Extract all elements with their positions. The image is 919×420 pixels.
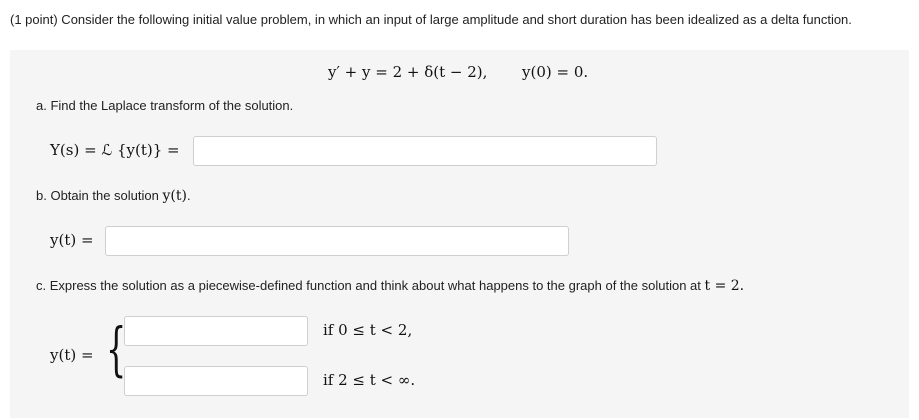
piece-2-input[interactable]: [125, 367, 307, 395]
differential-equation: y′ + y = 2 + δ(t − 2),: [328, 63, 488, 81]
piece-1-field[interactable]: [124, 316, 308, 346]
part-b-label: y(t) =: [50, 231, 94, 249]
problem-panel: y′ + y = 2 + δ(t − 2), y(0) = 0. a. Find…: [10, 50, 909, 418]
part-b-prompt: b. Obtain the solution y(t).: [36, 188, 191, 204]
piece-1-input[interactable]: [125, 317, 307, 345]
problem-statement: (1 point) Consider the following initial…: [10, 12, 852, 27]
solution-field[interactable]: [105, 226, 569, 256]
part-b-prompt-text: b. Obtain the solution: [36, 188, 159, 203]
piece-2-condition: if 2 ≤ t < ∞.: [323, 371, 416, 389]
solution-input[interactable]: [106, 227, 568, 255]
part-c-prompt-math: t = 2.: [704, 278, 745, 294]
piece-1-condition: if 0 ≤ t < 2,: [323, 321, 413, 339]
part-b-prompt-period: .: [186, 188, 191, 203]
part-c-prompt-text: c. Express the solution as a piecewise-d…: [36, 278, 701, 293]
laplace-transform-input[interactable]: [194, 137, 656, 165]
piece-2-field[interactable]: [124, 366, 308, 396]
laplace-transform-field[interactable]: [193, 136, 657, 166]
part-c-prompt: c. Express the solution as a piecewise-d…: [36, 278, 744, 294]
initial-condition: y(0) = 0.: [522, 63, 589, 81]
part-a-prompt: a. Find the Laplace transform of the sol…: [36, 98, 294, 113]
part-a-label: Y(s) = ℒ {y(t)} =: [50, 141, 180, 159]
part-b-prompt-math: y(t): [162, 188, 187, 204]
part-c-label: y(t) =: [50, 346, 94, 364]
